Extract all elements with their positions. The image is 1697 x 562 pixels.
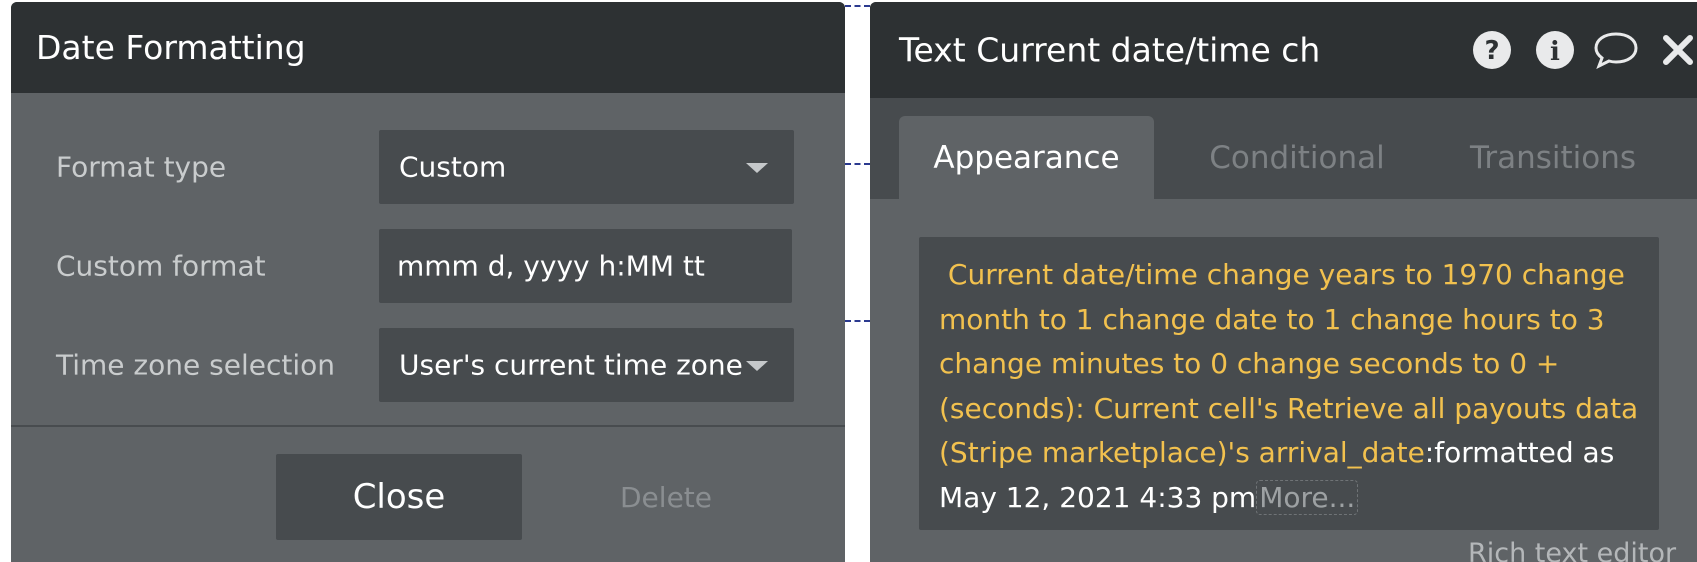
time-zone-dropdown[interactable]: User's current time zone bbox=[379, 328, 794, 402]
dynamic-text-editor[interactable]: Current date/time change years to 1970 c… bbox=[919, 237, 1659, 530]
close-icon[interactable] bbox=[1661, 33, 1695, 67]
format-type-row: Format type Custom bbox=[11, 130, 845, 204]
close-button[interactable]: Close bbox=[276, 454, 522, 540]
rich-text-editor-link[interactable]: Rich text editor bbox=[1468, 538, 1676, 562]
panel-header: Date Formatting bbox=[11, 2, 845, 93]
format-type-label: Format type bbox=[56, 150, 227, 184]
format-type-dropdown[interactable]: Custom bbox=[379, 130, 794, 204]
custom-format-input[interactable]: mmm d, yyyy h:MM tt bbox=[379, 229, 792, 303]
custom-format-value: mmm d, yyyy h:MM tt bbox=[397, 249, 705, 283]
tab-appearance[interactable]: Appearance bbox=[899, 116, 1154, 199]
connector-line bbox=[845, 5, 870, 7]
panel-title: Date Formatting bbox=[36, 28, 306, 67]
property-editor-panel: Text Current date/time ch ? i Appearance… bbox=[870, 2, 1697, 562]
date-formatting-panel: Date Formatting Format type Custom Custo… bbox=[11, 2, 845, 562]
connector-line bbox=[845, 320, 870, 322]
info-icon[interactable]: i bbox=[1535, 30, 1575, 70]
comment-icon[interactable] bbox=[1593, 31, 1639, 69]
tab-transitions[interactable]: Transitions bbox=[1438, 116, 1668, 199]
delete-button[interactable]: Delete bbox=[571, 454, 761, 540]
svg-text:i: i bbox=[1550, 37, 1560, 67]
tab-conditional[interactable]: Conditional bbox=[1182, 116, 1412, 199]
element-title: Text Current date/time ch bbox=[899, 30, 1321, 70]
more-link[interactable]: More... bbox=[1256, 479, 1359, 515]
editor-header: Text Current date/time ch ? i bbox=[870, 2, 1697, 98]
help-icon[interactable]: ? bbox=[1472, 30, 1512, 70]
editor-tabs: Appearance Conditional Transitions bbox=[870, 98, 1697, 199]
chevron-down-icon bbox=[746, 163, 768, 173]
time-zone-value: User's current time zone bbox=[399, 348, 743, 382]
chevron-down-icon bbox=[746, 361, 768, 371]
custom-format-row: Custom format mmm d, yyyy h:MM tt bbox=[11, 229, 845, 303]
connector-line bbox=[845, 163, 870, 165]
format-type-value: Custom bbox=[399, 150, 507, 184]
custom-format-label: Custom format bbox=[56, 249, 266, 283]
time-zone-label: Time zone selection bbox=[56, 348, 335, 382]
footer-divider bbox=[11, 425, 845, 427]
time-zone-row: Time zone selection User's current time … bbox=[11, 328, 845, 402]
svg-text:?: ? bbox=[1484, 36, 1499, 66]
